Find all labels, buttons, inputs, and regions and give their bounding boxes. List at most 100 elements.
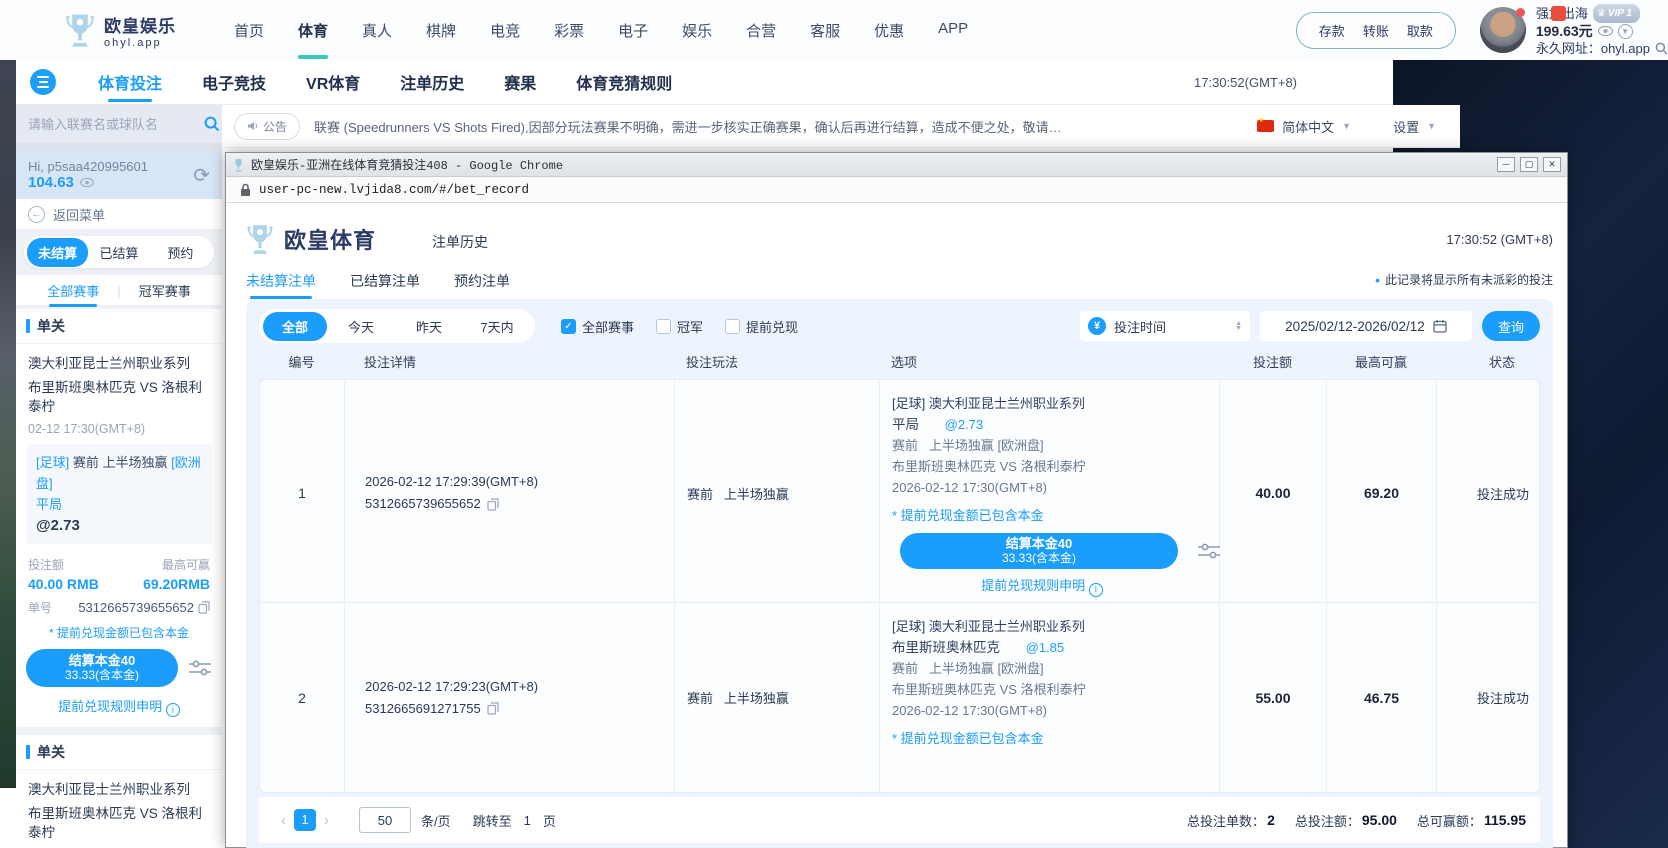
slider-settings-icon[interactable] <box>188 659 212 677</box>
range-yesterday[interactable]: 昨天 <box>395 312 463 341</box>
slider-settings-icon[interactable] <box>1196 542 1222 560</box>
subnav-results[interactable]: 赛果 <box>504 60 536 104</box>
window-title: 欧皇娱乐-亚洲在线体育竞猜投注408 - Google Chrome <box>251 156 563 173</box>
card-teams: 布里斯班奥林匹克 VS 洛根利泰柠 <box>16 798 222 842</box>
tab-divider: | <box>117 283 120 298</box>
jump-page-value[interactable]: 1 <box>524 813 531 828</box>
top-nav-home[interactable]: 首页 <box>232 14 266 47</box>
tab-unsettled-bets[interactable]: 未结算注单 <box>246 271 316 299</box>
cashout-rule-link[interactable]: 提前兑现规则申明 i <box>892 575 1192 597</box>
segment-unsettled[interactable]: 未结算 <box>27 238 88 267</box>
maximize-button[interactable]: ▢ <box>1520 157 1538 172</box>
page-size-input[interactable] <box>359 807 411 833</box>
withdraw-button[interactable]: 取款 <box>1407 21 1433 40</box>
topbar: 欧皇娱乐 ohyl.app 首页 体育 真人 棋牌 电竞 彩票 电子 娱乐 合营… <box>0 0 1668 60</box>
avatar[interactable] <box>1480 7 1526 53</box>
top-nav-cards[interactable]: 棋牌 <box>424 14 458 47</box>
checkbox-early-cashout[interactable]: 提前兑现 <box>725 317 798 336</box>
top-nav-entertainment[interactable]: 娱乐 <box>680 14 714 47</box>
crown-icon: ♛ <box>1597 5 1606 22</box>
search-icon[interactable] <box>204 116 220 132</box>
segment-reserved[interactable]: 预约 <box>150 238 211 267</box>
copy-icon[interactable] <box>198 601 210 614</box>
copy-icon[interactable] <box>487 498 499 511</box>
max-win-value: 69.20RMB <box>143 576 210 592</box>
prev-page-icon[interactable]: ‹ <box>273 812 294 829</box>
top-nav-partner[interactable]: 合营 <box>744 14 778 47</box>
order-label: 单号 <box>28 599 52 616</box>
tab-settled-bets[interactable]: 已结算注单 <box>350 271 420 299</box>
top-nav-service[interactable]: 客服 <box>808 14 842 47</box>
menu-burger-icon[interactable] <box>30 69 56 95</box>
top-nav-live[interactable]: 真人 <box>360 14 394 47</box>
cashout-rule-link[interactable]: 提前兑现规则申明 i <box>16 687 222 717</box>
tab-reserved-bets[interactable]: 预约注单 <box>454 271 510 299</box>
bet-time: 2026-02-12 17:29:23(GMT+8) <box>365 676 674 698</box>
card-selection-box: [足球] 赛前 上半场独赢 [欧洲盘] 平局 @2.73 <box>26 444 212 544</box>
notification-dot <box>1516 8 1525 17</box>
window-content: 欧皇体育 注单历史 17:30:52 (GMT+8) 未结算注单 已结算注单 预… <box>226 203 1567 848</box>
filter-checkboxes: ✓ 全部赛事 冠军 提前兑现 <box>561 317 798 336</box>
eye-icon[interactable] <box>1598 26 1613 36</box>
back-to-menu-label: 返回菜单 <box>53 205 105 224</box>
top-nav-slots[interactable]: 电子 <box>616 14 650 47</box>
balance-dropdown-icon[interactable]: ▼ <box>1618 24 1633 39</box>
minimize-button[interactable]: ─ <box>1497 157 1515 172</box>
range-7days[interactable]: 7天内 <box>463 312 531 341</box>
subnav-sports-betting[interactable]: 体育投注 <box>98 60 162 104</box>
total-bets-value: 2 <box>1267 812 1275 828</box>
back-to-menu[interactable]: ← 返回菜单 <box>16 199 222 229</box>
eye-icon[interactable] <box>80 178 94 187</box>
checkbox-champion[interactable]: 冠军 <box>656 317 703 336</box>
top-nav-esports[interactable]: 电竞 <box>488 14 522 47</box>
tab-champion-events[interactable]: 冠军赛事 <box>135 274 195 307</box>
search-site-icon[interactable] <box>1655 42 1668 55</box>
floating-red-badge[interactable] <box>1551 6 1566 21</box>
page-subtitle: 注单历史 <box>432 232 488 252</box>
card-teams: 布里斯班奥林匹克 VS 洛根利泰柠 <box>16 372 222 416</box>
range-today[interactable]: 今天 <box>327 312 395 341</box>
bet-card-1: 单关 澳大利亚昆士兰州职业系列 布里斯班奥林匹克 VS 洛根利泰柠 02-12 … <box>16 309 222 727</box>
permanent-site: 永久网址：ohyl.app <box>1536 40 1650 57</box>
date-range-input[interactable]: 2025/02/12-2026/02/12 <box>1260 311 1472 341</box>
cashout-button[interactable]: 结算本金40 33.33(含本金) <box>26 649 178 687</box>
current-page[interactable]: 1 <box>294 809 316 831</box>
tab-note: 此记录将显示所有未派彩的投注 <box>1375 271 1553 288</box>
top-nav-sports[interactable]: 体育 <box>296 14 330 47</box>
lock-icon <box>240 183 251 197</box>
window-titlebar[interactable]: 欧皇娱乐-亚洲在线体育竞猜投注408 - Google Chrome ─ ▢ ✕ <box>226 153 1567 177</box>
copy-icon[interactable] <box>487 702 499 715</box>
refresh-icon[interactable]: ⟳ <box>193 163 210 188</box>
settings-chevron-icon[interactable]: ▼ <box>1427 121 1436 131</box>
url-bar[interactable]: user-pc-new.lvjida8.com/#/bet_record <box>226 177 1567 203</box>
checkbox-unchecked-icon <box>725 319 740 334</box>
language-chevron-icon[interactable]: ▼ <box>1342 121 1351 131</box>
top-nav-promo[interactable]: 优惠 <box>872 14 906 47</box>
query-button[interactable]: 查询 <box>1482 311 1540 341</box>
chrome-window: 欧皇娱乐-亚洲在线体育竞猜投注408 - Google Chrome ─ ▢ ✕… <box>225 152 1568 848</box>
top-nav-lottery[interactable]: 彩票 <box>552 14 586 47</box>
sort-select[interactable]: ¥ 投注时间 ▲▼ <box>1080 311 1250 341</box>
language-select[interactable]: 简体中文 <box>1282 117 1334 136</box>
range-all[interactable]: 全部 <box>263 312 327 341</box>
transfer-button[interactable]: 转账 <box>1363 21 1389 40</box>
settings-button[interactable]: 设置 <box>1393 117 1419 136</box>
close-button[interactable]: ✕ <box>1543 157 1561 172</box>
subnav-esports[interactable]: 电子竞技 <box>202 60 266 104</box>
checkbox-all-events[interactable]: ✓ 全部赛事 <box>561 317 634 336</box>
subnav-rules[interactable]: 体育竞猜规则 <box>576 60 672 104</box>
cashout-button[interactable]: 结算本金40 33.33(含本金) <box>900 533 1178 569</box>
announcement-text[interactable]: 联赛 (Speedrunners VS Shots Fired),因部分玩法赛果… <box>314 117 1074 136</box>
deposit-button[interactable]: 存款 <box>1319 21 1345 40</box>
subnav-vr-sports[interactable]: VR体育 <box>306 60 360 104</box>
search-input[interactable] <box>28 117 204 132</box>
balance-value: 199.63元 <box>1536 23 1593 40</box>
tab-all-events[interactable]: 全部赛事 <box>43 274 103 307</box>
row-stake: 55.00 <box>1220 603 1327 792</box>
segment-settled[interactable]: 已结算 <box>88 238 149 267</box>
top-nav-app[interactable]: APP <box>936 14 970 47</box>
next-page-icon[interactable]: › <box>316 812 337 829</box>
subnav-bet-history[interactable]: 注单历史 <box>400 60 464 104</box>
brand-logo[interactable]: 欧皇娱乐 ohyl.app <box>64 12 176 49</box>
sports-subnav: 体育投注 电子竞技 VR体育 注单历史 赛果 体育竞猜规则 17:30:52(G… <box>16 60 1393 105</box>
